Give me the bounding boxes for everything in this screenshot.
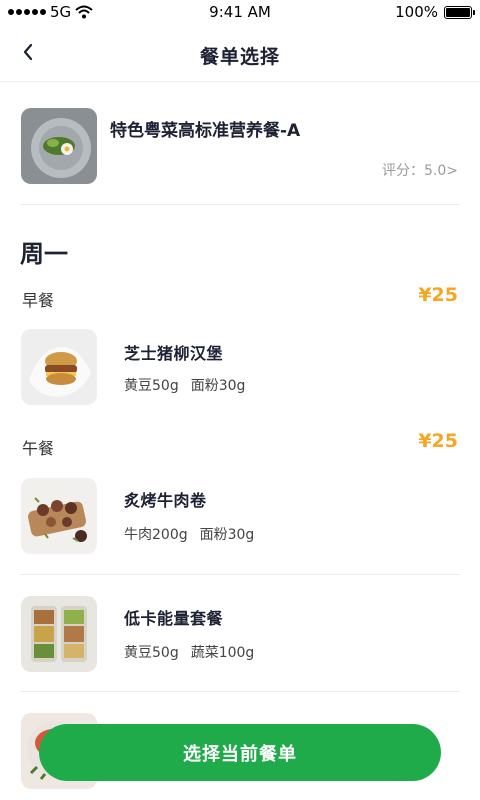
day-title: 周一 [20, 240, 68, 268]
dish-ingredients: 黄豆50g 面粉30g [124, 375, 245, 395]
dish-name: 芝士猪柳汉堡 [124, 344, 224, 363]
page-title: 餐单选择 [199, 46, 280, 68]
battery-percent: 100% [395, 3, 438, 21]
dish-ingredients: 牛肉200g 面粉30g [124, 524, 254, 544]
meal-label-breakfast: 早餐 [22, 291, 55, 310]
plan-image [21, 108, 97, 184]
battery-icon [444, 5, 475, 19]
ingredient: 面粉30g [190, 378, 246, 394]
divider [20, 204, 460, 205]
dish-image [21, 329, 97, 405]
dish-ingredients: 黄豆50g 蔬菜100g [124, 642, 254, 662]
battery-group: 100% [395, 3, 475, 21]
plan-name: 特色粤菜高标准营养餐-A [110, 121, 301, 141]
navigation-bar: 餐单选择 [0, 24, 480, 82]
dish-image [21, 596, 97, 672]
meal-price-lunch: ¥25 [418, 430, 458, 452]
dish-image [21, 478, 97, 554]
ingredient: 牛肉200g [124, 527, 188, 543]
ingredient: 蔬菜100g [190, 645, 255, 661]
ingredient: 黄豆50g [124, 378, 179, 394]
status-bar: 5G 9:41 AM 100% [0, 0, 480, 24]
meal-label-lunch: 午餐 [22, 439, 55, 458]
select-menu-button[interactable]: 选择当前餐单 [39, 724, 441, 781]
dish-name: 炙烤牛肉卷 [124, 491, 207, 510]
meal-price-breakfast: ¥25 [418, 284, 458, 306]
dish-name: 低卡能量套餐 [124, 609, 224, 628]
rating-link[interactable]: 评分：5.0> [382, 160, 458, 180]
ingredient: 黄豆50g [124, 645, 179, 661]
divider [20, 574, 460, 575]
ingredient: 面粉30g [199, 527, 255, 543]
divider [20, 691, 460, 692]
